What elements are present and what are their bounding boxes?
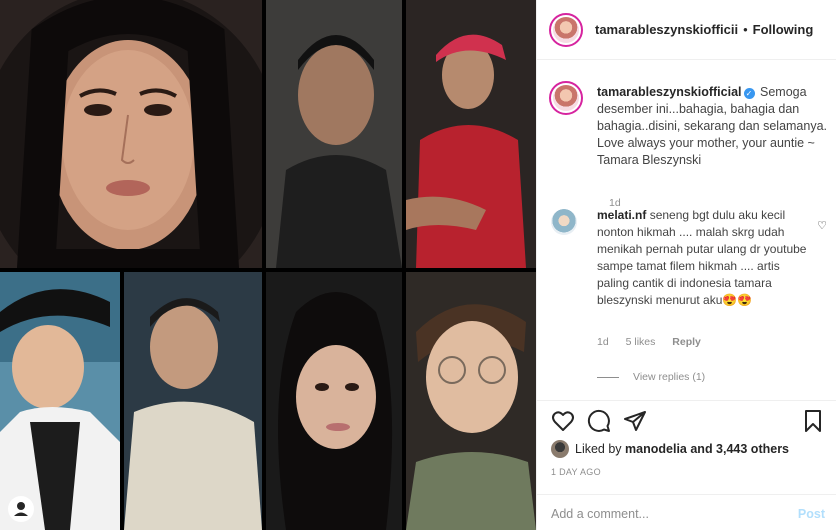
bookmark-icon[interactable] — [801, 409, 825, 433]
likes-others[interactable]: and 3,443 others — [690, 442, 789, 456]
view-replies-label: View replies (1) — [633, 371, 706, 383]
post-timestamp[interactable]: 1 DAY AGO — [551, 467, 601, 477]
add-comment-input[interactable]: Add a comment... — [551, 507, 649, 521]
tagged-users-button[interactable] — [8, 496, 34, 522]
heart-icon[interactable] — [551, 409, 575, 433]
post-comment-button[interactable]: Post — [798, 507, 825, 521]
following-button[interactable]: Following — [753, 22, 814, 37]
verified-badge-icon: ✓ — [743, 88, 755, 99]
comment-text-block: melati.nf seneng bgt dulu aku kecil nont… — [597, 207, 807, 309]
commenter-avatar[interactable] — [551, 209, 577, 235]
replies-divider-line — [597, 376, 619, 378]
comment-likes-count[interactable]: 5 likes — [626, 336, 656, 348]
photo-man-dark — [266, 0, 402, 268]
photo-man-smiling — [124, 272, 262, 530]
post-actions-bar — [537, 400, 836, 440]
instagram-post-modal: tamarableszynskiofficii • Following tama… — [0, 0, 836, 530]
photo-boy-pirate — [0, 272, 120, 530]
user-icon — [14, 502, 28, 516]
commenter-username[interactable]: melati.nf — [597, 208, 646, 222]
comments-scroll-area[interactable]: tamarableszynskiofficial ✓ Semoga desembe… — [537, 61, 836, 399]
caption-author-avatar[interactable] — [549, 81, 583, 115]
view-replies-button[interactable]: View replies (1) — [597, 371, 705, 383]
comment-timestamp[interactable]: 1d — [597, 336, 609, 348]
caption-username[interactable]: tamarableszynskiofficial — [597, 85, 742, 99]
post-side-panel: tamarableszynskiofficii • Following tama… — [536, 0, 836, 530]
caption-text-block: tamarableszynskiofficial ✓ Semoga desembe… — [597, 84, 827, 169]
comment-icon[interactable] — [587, 409, 611, 433]
header-separator: • — [743, 22, 748, 37]
comment-body: seneng bgt dulu aku kecil nonton hikmah … — [597, 208, 807, 307]
photo-woman-selfie — [266, 272, 402, 530]
photo-boy-glasses — [406, 272, 536, 530]
author-username[interactable]: tamarableszynskiofficii — [595, 22, 738, 37]
liker-username[interactable]: manodelia — [625, 442, 687, 456]
photo-man-red-cap — [406, 0, 536, 268]
comment-like-heart-icon[interactable]: ♡ — [817, 219, 827, 232]
add-comment-bar: Add a comment... Post — [537, 494, 836, 530]
reply-button[interactable]: Reply — [672, 336, 701, 348]
likes-prefix: Liked by — [575, 442, 622, 456]
post-header: tamarableszynskiofficii • Following — [537, 0, 836, 60]
comment-meta: 1d 5 likes Reply — [597, 336, 715, 348]
likes-summary: Liked by manodelia and 3,443 others — [551, 440, 789, 458]
photo-woman-hijab — [0, 0, 262, 268]
liker-avatar[interactable] — [551, 440, 569, 458]
post-image-collage[interactable] — [0, 0, 536, 530]
author-avatar[interactable] — [549, 12, 583, 47]
share-icon[interactable] — [623, 409, 647, 433]
